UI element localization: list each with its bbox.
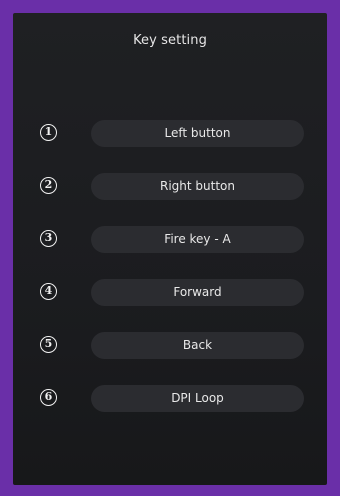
key-button-back[interactable]: Back bbox=[91, 332, 304, 359]
key-row-6: 6 DPI Loop bbox=[13, 385, 327, 413]
number-badge: 1 bbox=[40, 124, 57, 141]
number-badge: 2 bbox=[40, 177, 57, 194]
key-button-right-button[interactable]: Right button bbox=[91, 173, 304, 200]
key-row-2: 2 Right button bbox=[13, 173, 327, 201]
number-badge: 3 bbox=[40, 230, 57, 247]
key-row-5: 5 Back bbox=[13, 332, 327, 360]
key-row-1: 1 Left button bbox=[13, 120, 327, 148]
window-frame: Key setting 1 Left button 2 Right button… bbox=[0, 0, 340, 496]
key-setting-panel: Key setting 1 Left button 2 Right button… bbox=[13, 13, 327, 485]
key-button-left-button[interactable]: Left button bbox=[91, 120, 304, 147]
panel-title: Key setting bbox=[133, 33, 207, 48]
number-badge: 6 bbox=[40, 389, 57, 406]
number-badge: 5 bbox=[40, 336, 57, 353]
key-button-forward[interactable]: Forward bbox=[91, 279, 304, 306]
key-row-4: 4 Forward bbox=[13, 279, 327, 307]
key-button-fire-key[interactable]: Fire key - A bbox=[91, 226, 304, 253]
key-row-3: 3 Fire key - A bbox=[13, 226, 327, 254]
number-badge: 4 bbox=[40, 283, 57, 300]
key-button-dpi-loop[interactable]: DPI Loop bbox=[91, 385, 304, 412]
